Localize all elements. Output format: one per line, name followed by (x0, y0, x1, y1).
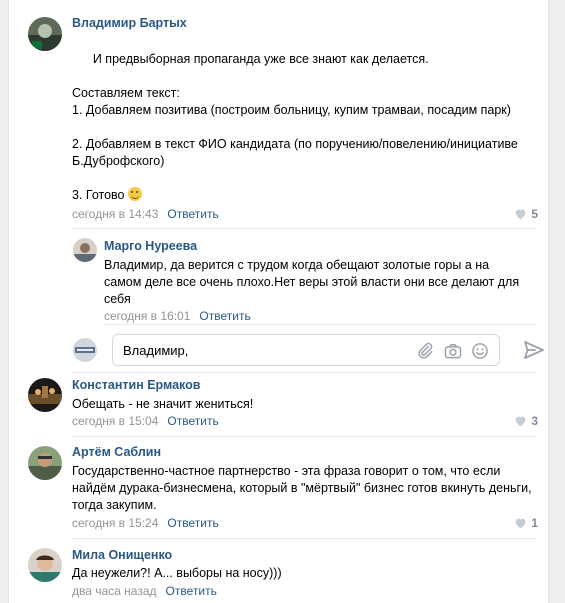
like-button[interactable]: 5 (514, 207, 538, 221)
comment-author[interactable]: Марго Нуреева (104, 239, 197, 253)
avatar[interactable] (73, 238, 97, 262)
divider (72, 372, 536, 373)
heart-icon (515, 416, 526, 427)
avatar[interactable] (28, 548, 62, 582)
comment-time[interactable]: сегодня в 16:01 (104, 309, 190, 323)
camera-icon[interactable] (443, 341, 463, 361)
comment-time[interactable]: два часа назад (72, 584, 157, 598)
comment-author[interactable]: Владимир Бартых (72, 16, 187, 30)
comment-text: Владимир, да верится с трудом когда обещ… (104, 258, 523, 306)
like-count: 3 (531, 414, 538, 428)
comment-author[interactable]: Константин Ермаков (72, 378, 200, 392)
divider (72, 538, 536, 539)
avatar[interactable] (28, 446, 62, 480)
comment-time[interactable]: сегодня в 14:43 (72, 207, 158, 221)
like-button[interactable]: 1 (514, 516, 538, 530)
like-count: 1 (531, 516, 538, 530)
reply-link[interactable]: Ответить (166, 584, 217, 598)
heart-icon (515, 518, 526, 529)
reply-link[interactable]: Ответить (167, 207, 218, 221)
reply-input-value[interactable]: Владимир, (123, 343, 188, 358)
reply-link[interactable]: Ответить (167, 414, 218, 428)
avatar[interactable] (28, 378, 62, 412)
smile-icon[interactable] (470, 341, 490, 361)
comment-text: Да неужели?! А... выборы на носу))) (72, 566, 282, 580)
send-icon[interactable] (522, 338, 546, 362)
like-count: 5 (531, 207, 538, 221)
paperclip-icon[interactable] (415, 341, 435, 361)
reply-link[interactable]: Ответить (199, 309, 250, 323)
emoji-icon (127, 187, 142, 201)
comment-time[interactable]: сегодня в 15:04 (72, 414, 158, 428)
divider (72, 436, 536, 437)
like-button[interactable]: 3 (514, 414, 538, 428)
reply-link[interactable]: Ответить (167, 516, 218, 530)
comment-text: Обещать - не значит жениться! (72, 397, 254, 411)
comment-time[interactable]: сегодня в 15:24 (72, 516, 158, 530)
heart-icon (515, 209, 526, 220)
comment-text: И предвыборная пропаганда уже все знают … (72, 52, 518, 202)
comment-text: Государственно-частное партнерство - эта… (72, 464, 536, 512)
current-user-avatar (73, 338, 97, 362)
comment-author[interactable]: Мила Онищенко (72, 548, 172, 562)
comment-author[interactable]: Артём Саблин (72, 445, 161, 459)
divider (104, 324, 536, 325)
comments-panel: Владимир Бартых И предвыборная пропаганд… (8, 0, 549, 603)
avatar[interactable] (28, 17, 62, 51)
reply-input[interactable]: Владимир, (112, 334, 500, 366)
divider (72, 228, 536, 229)
